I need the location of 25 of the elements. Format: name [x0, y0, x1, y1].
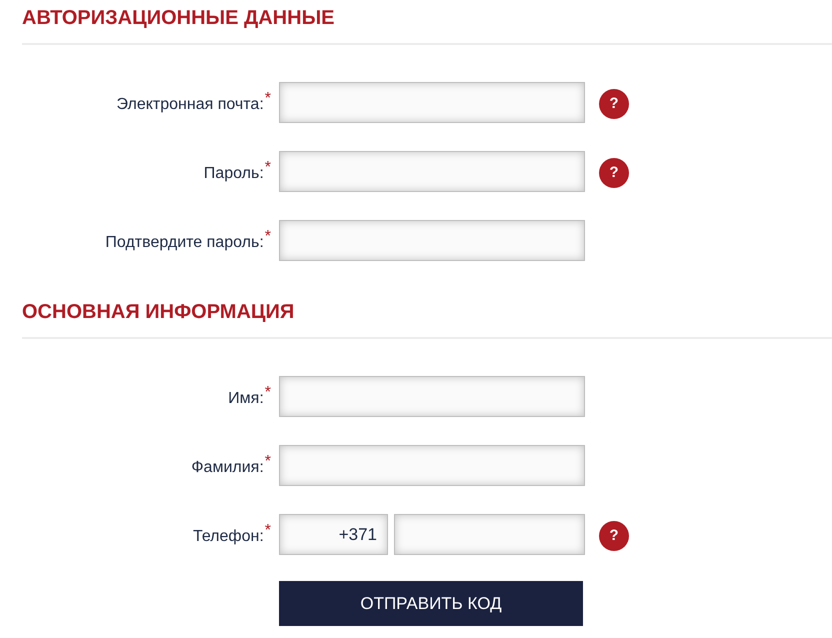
input-field[interactable] [394, 514, 585, 555]
field-label: Пароль: [204, 164, 264, 182]
section-heading: АВТОРИЗАЦИОННЫЕ ДАННЫЕ [22, 6, 334, 30]
input-field[interactable] [279, 151, 585, 192]
input-field[interactable] [279, 82, 585, 123]
field-label: Подтвердите пароль: [105, 234, 264, 250]
help-button[interactable]: ? [599, 520, 629, 550]
required-mark: * [264, 522, 271, 538]
country-code-field[interactable]: +371 [279, 514, 388, 555]
required-mark: * [264, 452, 271, 470]
required-mark: * [264, 158, 271, 176]
submit-button[interactable]: ОТПРАВИТЬ КОД [279, 581, 583, 626]
help-button[interactable]: ? [599, 158, 629, 188]
required-mark: * [264, 228, 271, 244]
field-label: Фамилия: [191, 458, 264, 476]
field-label: Имя: [228, 390, 264, 406]
required-mark: * [264, 90, 271, 106]
input-field[interactable] [279, 445, 585, 486]
section-heading: ОСНОВНАЯ ИНФОРМАЦИЯ [22, 300, 294, 324]
required-mark: * [264, 384, 271, 400]
field-label: Телефон: [192, 528, 264, 544]
field-label: Электронная почта: [116, 96, 264, 112]
help-button[interactable]: ? [599, 88, 629, 118]
input-field[interactable] [279, 220, 585, 261]
input-field[interactable] [279, 376, 585, 417]
